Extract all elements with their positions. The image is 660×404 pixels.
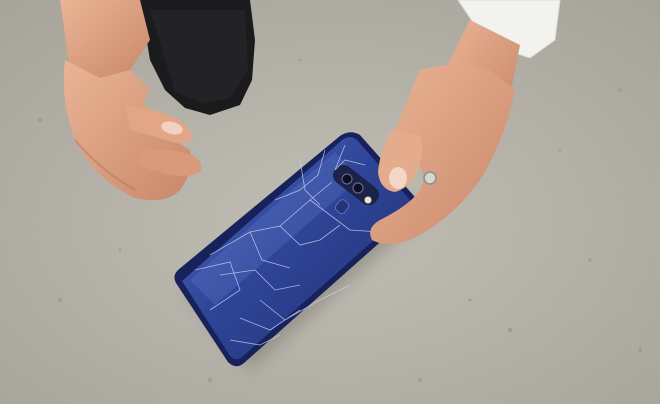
right-thumbnail <box>389 167 407 189</box>
camera-lens-2 <box>352 182 364 194</box>
photo-scene <box>0 0 660 404</box>
camera-lens-1 <box>341 173 353 185</box>
ring <box>423 171 437 185</box>
photo-canvas <box>0 0 660 404</box>
camera-flash <box>364 196 372 204</box>
